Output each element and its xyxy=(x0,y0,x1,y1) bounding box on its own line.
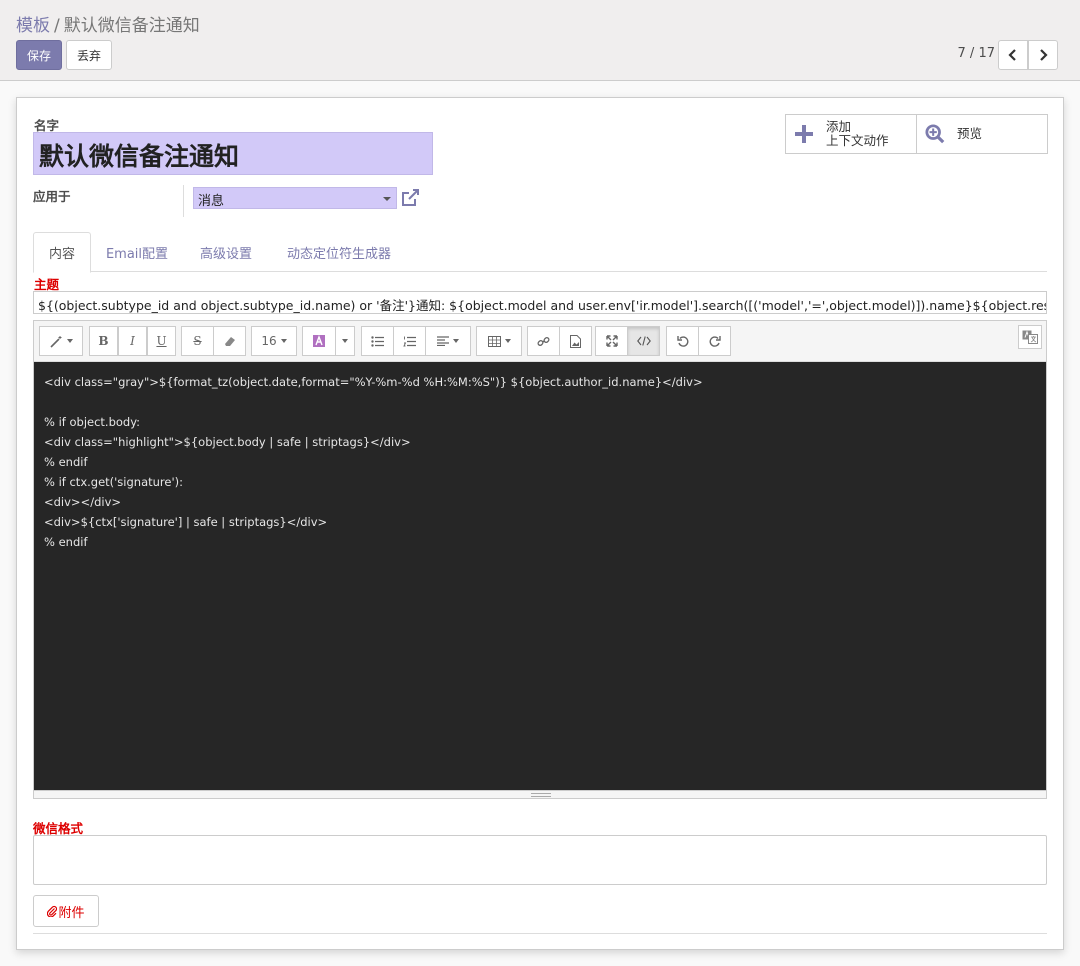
code-line: % endif xyxy=(44,535,88,549)
font-color-icon xyxy=(313,335,325,347)
pager-next-button[interactable] xyxy=(1028,40,1058,70)
translate-button[interactable] xyxy=(1018,325,1042,349)
dropdown-caret-icon xyxy=(383,197,391,201)
underline-icon: U xyxy=(156,334,167,348)
code-line: % if ctx.get('signature'): xyxy=(44,475,183,489)
editor-toolbar: B I U S 16 xyxy=(34,321,1046,362)
applies-to-label: 应用于 xyxy=(33,189,71,204)
undo-button[interactable] xyxy=(666,326,699,356)
underline-button[interactable]: U xyxy=(147,326,176,356)
style-dropdown-button[interactable] xyxy=(39,326,83,356)
smart-button-box: 添加 上下文动作 预览 xyxy=(785,114,1048,154)
add-context-action-line1: 添加 xyxy=(826,119,852,134)
chevron-right-icon xyxy=(1040,49,1048,61)
code-line: % if object.body: xyxy=(44,415,141,429)
strikethrough-button[interactable]: S xyxy=(181,326,214,356)
table-dropdown[interactable] xyxy=(476,326,522,356)
editor-resize-handle[interactable] xyxy=(34,790,1046,798)
plus-icon xyxy=(795,125,813,143)
paragraph-align-dropdown[interactable] xyxy=(425,326,471,356)
code-view-button[interactable] xyxy=(627,326,660,356)
applies-to-value: 消息 xyxy=(198,194,225,209)
paperclip-icon xyxy=(47,905,58,917)
form-sheet: 名字 默认微信备注通知 应用于 消息 添加 上下文动作 预览 内容 Email配… xyxy=(16,97,1064,950)
eraser-icon xyxy=(224,337,235,346)
subject-input[interactable]: ${(object.subtype_id and object.subtype_… xyxy=(33,291,1047,314)
preview-button[interactable]: 预览 xyxy=(917,115,1047,153)
attachments-label: 附件 xyxy=(58,905,85,921)
add-context-action-line2: 上下文动作 xyxy=(826,133,889,148)
code-line: % endif xyxy=(44,455,88,469)
code-icon xyxy=(636,336,651,346)
zoom-in-icon xyxy=(925,124,945,144)
insert-link-button[interactable] xyxy=(527,326,560,356)
name-input[interactable]: 默认微信备注通知 xyxy=(33,132,433,175)
preview-label: 预览 xyxy=(957,126,983,141)
divider xyxy=(33,933,1047,934)
font-size-dropdown[interactable]: 16 xyxy=(251,326,297,356)
eraser-button[interactable] xyxy=(213,326,246,356)
link-icon xyxy=(537,336,550,346)
applies-to-select[interactable]: 消息 xyxy=(193,187,397,209)
strikethrough-icon: S xyxy=(193,334,202,348)
breadcrumb-separator: / xyxy=(54,16,60,36)
expand-icon xyxy=(605,335,618,347)
code-line: <div class="gray">${format_tz(object.dat… xyxy=(44,375,703,389)
fullscreen-button[interactable] xyxy=(595,326,628,356)
field-separator xyxy=(183,185,184,217)
translate-icon xyxy=(1022,330,1038,344)
code-editor-textarea[interactable]: <div class="gray">${format_tz(object.dat… xyxy=(34,362,1046,792)
insert-file-button[interactable] xyxy=(559,326,592,356)
breadcrumb: 模板 / 默认微信备注通知 xyxy=(16,11,200,36)
table-icon xyxy=(487,335,501,347)
tab-placeholder-generator[interactable]: 动态定位符生成器 xyxy=(277,232,401,272)
italic-button[interactable]: I xyxy=(118,326,147,356)
chevron-left-icon xyxy=(1008,49,1016,61)
bullet-list-icon xyxy=(371,335,384,347)
save-button[interactable]: 保存 xyxy=(16,40,62,70)
external-link-icon[interactable] xyxy=(399,187,421,209)
redo-button[interactable] xyxy=(698,326,731,356)
code-line: <div></div> xyxy=(44,495,122,509)
code-line: <div class="highlight">${object.body | s… xyxy=(44,435,411,449)
numbered-list-button[interactable] xyxy=(393,326,426,356)
text-color-button[interactable] xyxy=(302,326,336,356)
tab-email-config[interactable]: Email配置 xyxy=(97,232,177,272)
breadcrumb-current: 默认微信备注通知 xyxy=(63,16,200,36)
control-panel: 模板 / 默认微信备注通知 保存 丢弃 7 / 17 xyxy=(0,0,1080,81)
bullet-list-button[interactable] xyxy=(361,326,394,356)
resize-grip-icon xyxy=(531,793,551,797)
pager-previous-button[interactable] xyxy=(998,40,1028,70)
attachments-button[interactable]: 附件 xyxy=(33,895,99,927)
align-left-icon xyxy=(437,336,449,346)
html-editor: B I U S 16 <div class="gray">${format_tz… xyxy=(33,320,1047,799)
redo-icon xyxy=(709,336,721,347)
file-image-icon xyxy=(570,334,581,348)
pager-value[interactable]: 7 / 17 xyxy=(958,46,995,61)
bold-button[interactable]: B xyxy=(89,326,118,356)
breadcrumb-parent-link[interactable]: 模板 xyxy=(16,16,50,36)
magic-wand-icon xyxy=(49,335,61,348)
tab-content[interactable]: 内容 xyxy=(33,232,91,273)
wechat-format-textarea[interactable] xyxy=(33,835,1047,885)
undo-icon xyxy=(676,336,688,347)
notebook-tabs: 内容 Email配置 高级设置 动态定位符生成器 xyxy=(33,232,1047,273)
tab-advanced-settings[interactable]: 高级设置 xyxy=(191,232,261,272)
bold-icon: B xyxy=(98,334,109,348)
add-context-action-button[interactable]: 添加 上下文动作 xyxy=(786,115,917,153)
italic-icon: I xyxy=(130,334,135,348)
numbered-list-icon xyxy=(403,336,416,346)
font-size-value: 16 xyxy=(261,334,277,348)
code-line: ​ xyxy=(44,392,1036,412)
discard-button[interactable]: 丢弃 xyxy=(66,40,112,70)
text-color-dropdown[interactable] xyxy=(335,326,355,356)
code-line: <div>${ctx['signature'] | safe | stripta… xyxy=(44,515,328,529)
